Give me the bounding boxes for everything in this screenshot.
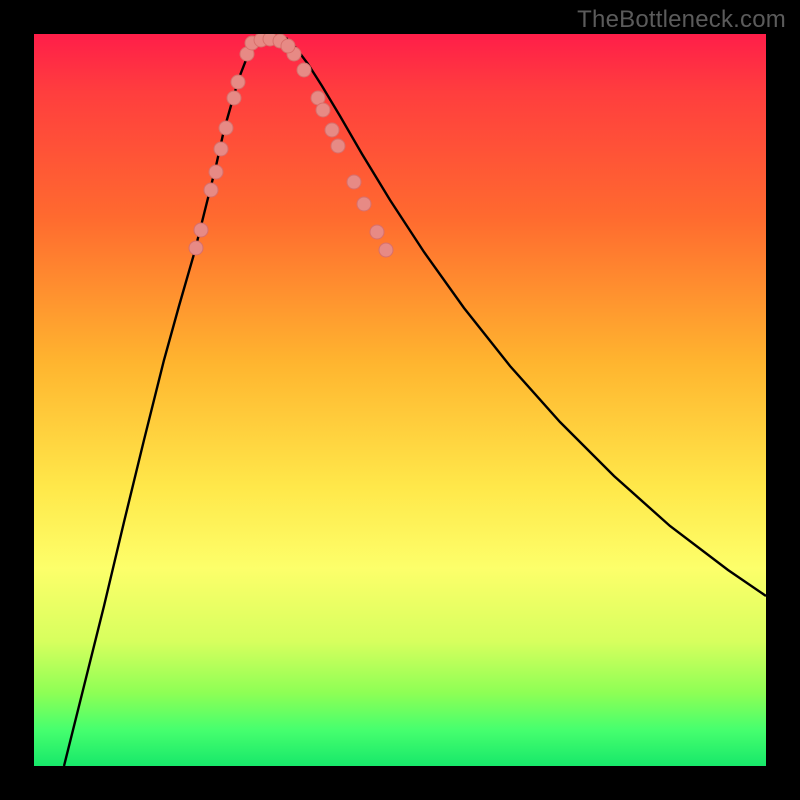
watermark-text: TheBottleneck.com [577, 6, 786, 34]
data-dot [379, 243, 393, 257]
data-dot [214, 142, 228, 156]
data-dot [316, 103, 330, 117]
data-dot [227, 91, 241, 105]
data-dot [194, 223, 208, 237]
chart-frame: TheBottleneck.com [0, 0, 800, 800]
data-dot [347, 175, 361, 189]
data-dot [204, 183, 218, 197]
data-dot [325, 123, 339, 137]
data-dot [331, 139, 345, 153]
data-dot [370, 225, 384, 239]
data-dot [231, 75, 245, 89]
plot-area [34, 34, 766, 766]
data-dot [219, 121, 233, 135]
data-dot [297, 63, 311, 77]
data-dot [357, 197, 371, 211]
left-curve [64, 38, 262, 766]
data-dot [281, 39, 295, 53]
data-dot [189, 241, 203, 255]
data-dots [189, 34, 393, 257]
right-curve [286, 38, 766, 596]
data-dot [209, 165, 223, 179]
curve-layer [34, 34, 766, 766]
